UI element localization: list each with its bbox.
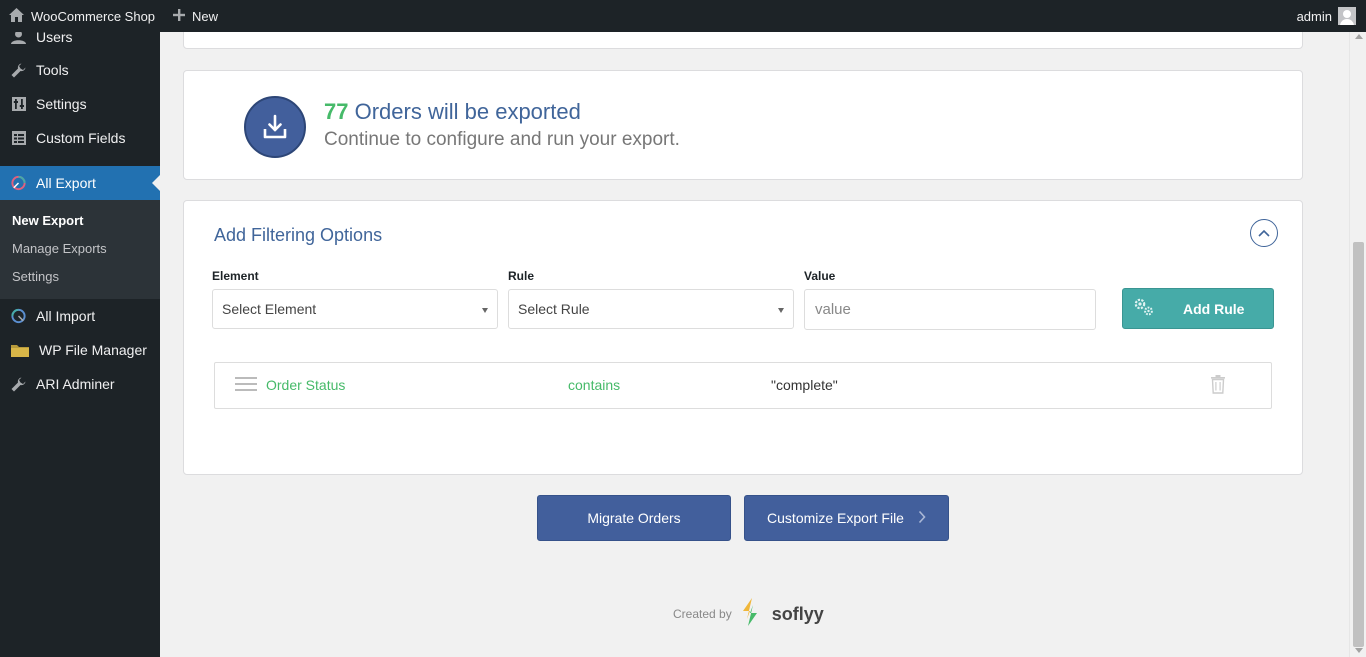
wrench-icon: [10, 62, 27, 79]
element-select-value: Select Element: [222, 301, 317, 317]
sidebar-item-tools[interactable]: Tools: [0, 53, 160, 87]
migrate-orders-button[interactable]: Migrate Orders: [537, 495, 731, 541]
export-headline: Orders will be exported: [354, 99, 581, 124]
account-menu[interactable]: admin: [1297, 0, 1332, 32]
sidebar-item-custom-fields[interactable]: Custom Fields: [0, 121, 160, 155]
sidebar-item-label: Tools: [36, 62, 69, 78]
sidebar-item-wp-file-manager[interactable]: WP File Manager: [0, 333, 160, 367]
export-download-icon: [244, 96, 306, 158]
export-summary-panel: 77 Orders will be exported Continue to c…: [183, 70, 1303, 180]
rule-label: Rule: [508, 269, 535, 283]
caret-down-icon: [778, 308, 784, 313]
grid-icon: [10, 130, 27, 147]
sidebar-item-label: ARI Adminer: [36, 376, 115, 392]
export-count: 77: [324, 99, 349, 124]
submenu-item-new-export[interactable]: New Export: [12, 213, 84, 228]
customize-export-file-label: Customize Export File: [767, 510, 904, 526]
admin-bar: WooCommerce Shop New admin: [0, 0, 1366, 32]
wrench-icon: [10, 376, 27, 393]
all-import-icon: [10, 308, 27, 325]
value-label: Value: [804, 269, 836, 283]
value-input[interactable]: [804, 289, 1096, 330]
site-name-link[interactable]: WooCommerce Shop: [8, 0, 155, 32]
rule-value: "complete": [771, 377, 838, 393]
export-count-headline: 77 Orders will be exported: [324, 99, 581, 125]
sidebar-item-settings[interactable]: Settings: [0, 87, 160, 121]
footer-credit: Created by soflyy: [673, 597, 824, 632]
chevron-right-icon: [918, 510, 926, 527]
caret-down-icon: [482, 308, 488, 313]
rule-select[interactable]: Select Rule: [508, 289, 794, 329]
site-name: WooCommerce Shop: [31, 8, 156, 24]
add-rule-button[interactable]: Add Rule: [1122, 288, 1274, 329]
sidebar-item-label: All Export: [36, 175, 96, 191]
sidebar-item-label: Settings: [36, 96, 87, 112]
soflyy-brand[interactable]: soflyy: [772, 604, 824, 625]
filter-rule-row[interactable]: Order Status contains "complete": [214, 362, 1272, 409]
home-icon: [8, 7, 25, 26]
admin-sidebar: Users Tools Settings Custom Fields All E…: [0, 29, 160, 657]
new-label: New: [192, 8, 219, 24]
account-name: admin: [1296, 8, 1332, 24]
new-content-link[interactable]: New: [172, 0, 218, 32]
rule-element: Order Status: [266, 377, 346, 393]
export-subtext: Continue to configure and run your expor…: [324, 129, 680, 150]
customize-export-file-button[interactable]: Customize Export File: [744, 495, 949, 541]
filtering-title[interactable]: Add Filtering Options: [214, 225, 382, 246]
page-scrollbar[interactable]: [1349, 32, 1366, 657]
element-select[interactable]: Select Element: [212, 289, 498, 329]
rule-select-value: Select Rule: [518, 301, 590, 317]
filtering-panel: Add Filtering Options Element Select Ele…: [183, 200, 1303, 475]
scroll-down-arrow-icon[interactable]: [1355, 648, 1363, 653]
sidebar-item-label: All Import: [36, 308, 96, 324]
sidebar-item-all-export[interactable]: All Export: [0, 166, 160, 200]
submenu-item-settings[interactable]: Settings: [12, 269, 59, 284]
all-export-icon: [10, 175, 27, 192]
sidebar-item-ari-adminer[interactable]: ARI Adminer: [0, 367, 160, 401]
scrollbar-thumb[interactable]: [1353, 242, 1364, 647]
all-export-submenu: New Export Manage Exports Settings: [0, 200, 160, 299]
element-label: Element: [212, 269, 259, 283]
sidebar-item-label: WP File Manager: [39, 342, 147, 358]
created-by-text: Created by: [673, 607, 732, 621]
plus-icon: [172, 8, 186, 25]
settings-icon: [10, 96, 27, 113]
drag-handle-icon[interactable]: [235, 377, 257, 393]
chevron-up-icon: [1258, 224, 1270, 242]
soflyy-logo-icon[interactable]: [740, 597, 760, 632]
folder-icon: [10, 342, 30, 359]
rule-condition: contains: [568, 377, 621, 393]
scroll-up-arrow-icon[interactable]: [1355, 34, 1363, 39]
collapse-button[interactable]: [1250, 219, 1278, 247]
trash-icon[interactable]: [1210, 374, 1226, 397]
submenu-item-manage-exports[interactable]: Manage Exports: [12, 241, 107, 256]
sidebar-item-all-import[interactable]: All Import: [0, 299, 160, 333]
add-rule-label: Add Rule: [1183, 300, 1245, 317]
migrate-orders-label: Migrate Orders: [587, 510, 681, 526]
gears-icon: [1133, 297, 1155, 320]
avatar[interactable]: [1338, 7, 1356, 25]
sidebar-item-label: Custom Fields: [36, 130, 126, 146]
